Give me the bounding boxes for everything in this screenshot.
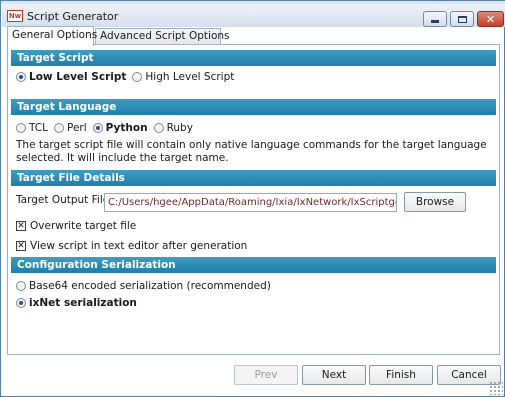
radio-perl[interactable]: Perl (53, 122, 87, 134)
view-in-editor-checkbox[interactable]: ✕ View script in text editor after gener… (16, 240, 247, 252)
maximize-icon (457, 15, 467, 23)
script-generator-window: Nw Script Generator ✕ General Options Ad… (0, 0, 505, 397)
browse-button[interactable]: Browse (404, 192, 466, 212)
radio-label: High Level Script (145, 71, 235, 83)
section-header-target-language: Target Language (11, 99, 496, 115)
app-logo-icon: Nw (7, 10, 23, 22)
target-language-description: The target script file will contain only… (16, 139, 487, 164)
close-icon: ✕ (485, 12, 496, 26)
title-bar[interactable]: Nw Script Generator ✕ (2, 4, 505, 27)
radio-indicator (92, 123, 103, 133)
radio-indicator (153, 123, 164, 133)
checkbox-indicator: ✕ (16, 241, 26, 251)
window-title: Script Generator (27, 10, 119, 23)
radio-base64-serialization[interactable]: Base64 encoded serialization (recommende… (16, 280, 271, 292)
target-output-label: Target Output File (16, 194, 109, 206)
target-output-file-label: Target Output File (16, 194, 110, 206)
radio-indicator (16, 298, 26, 308)
radio-label: Ruby (166, 122, 193, 134)
minimize-button[interactable] (423, 11, 447, 27)
radio-ixnet-serialization[interactable]: ixNet serialization (16, 297, 137, 309)
radio-low-level-script[interactable]: Low Level Script (16, 71, 126, 83)
radio-label: TCL (29, 122, 48, 134)
radio-label: ixNet serialization (29, 297, 137, 309)
radio-python[interactable]: Python (92, 122, 148, 134)
radio-label: Low Level Script (29, 71, 127, 83)
maximize-button[interactable] (450, 11, 474, 27)
target-output-file-input[interactable]: C:/Users/hgee/AppData/Roaming/Ixia/IxNet… (104, 193, 397, 212)
radio-ruby[interactable]: Ruby (153, 122, 193, 134)
radio-indicator (16, 281, 26, 291)
section-header-target-script: Target Script (11, 50, 496, 66)
radio-tcl[interactable]: TCL (16, 122, 48, 134)
tab-general-options[interactable]: General Options (7, 26, 97, 46)
radio-label: Python (105, 122, 148, 134)
radio-label: Base64 encoded serialization (recommende… (29, 280, 271, 292)
target-language-options: TCL Perl Python Ruby (16, 122, 199, 134)
resize-grip-icon[interactable] (489, 381, 503, 395)
radio-indicator (53, 123, 64, 133)
finish-button[interactable]: Finish (369, 365, 433, 385)
checkbox-label: View script in text editor after generat… (30, 240, 248, 252)
section-header-target-file-details: Target File Details (11, 170, 496, 186)
section-header-configuration-serialization: Configuration Serialization (11, 257, 496, 273)
target-script-options: Low Level Script High Level Script (16, 71, 240, 83)
general-options-panel: Target Script Low Level Script High Leve… (7, 44, 500, 355)
close-button[interactable]: ✕ (477, 11, 504, 27)
radio-indicator (132, 72, 143, 82)
radio-high-level-script[interactable]: High Level Script (132, 71, 234, 83)
checkbox-indicator: ✕ (16, 221, 26, 231)
next-button[interactable]: Next (302, 365, 366, 385)
checkbox-label: Overwrite target file (30, 220, 137, 232)
overwrite-checkbox[interactable]: ✕ Overwrite target file (16, 220, 136, 232)
radio-label: Perl (66, 122, 87, 134)
tab-advanced-script-options[interactable]: Advanced Script Options (95, 28, 230, 45)
prev-button[interactable]: Prev (234, 365, 298, 385)
radio-indicator (16, 72, 26, 82)
minimize-icon (431, 20, 439, 23)
radio-indicator (16, 123, 26, 133)
